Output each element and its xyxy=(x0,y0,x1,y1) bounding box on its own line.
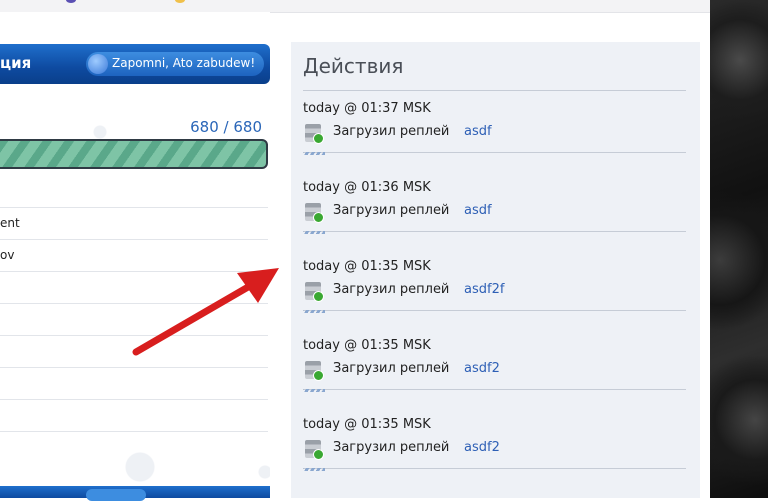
list-item[interactable] xyxy=(0,303,268,335)
footer-pill[interactable] xyxy=(86,489,146,501)
action-label: Загрузил реплей xyxy=(333,124,450,139)
divider xyxy=(303,152,686,155)
replay-link[interactable]: asdf2 xyxy=(464,440,500,455)
list-item[interactable] xyxy=(0,367,268,399)
list-item[interactable] xyxy=(0,399,268,431)
server-add-icon xyxy=(305,124,324,144)
action-time: today @ 01:35 MSK xyxy=(303,338,431,353)
header-pill-text: Zapomni, Ato zabudew! xyxy=(112,56,256,70)
action-entry: today @ 01:37 MSK Загрузил реплей asdf xyxy=(303,101,686,181)
action-entry: today @ 01:35 MSK Загрузил реплей asdf2f xyxy=(303,259,686,339)
replay-link[interactable]: asdf xyxy=(464,203,492,218)
action-label: Загрузил реплей xyxy=(333,282,450,297)
action-label: Загрузил реплей xyxy=(333,361,450,376)
action-label: Загрузил реплей xyxy=(333,203,450,218)
left-panel-footer xyxy=(0,486,270,501)
hp-progress-bar xyxy=(0,139,268,169)
nav-icon[interactable] xyxy=(175,0,185,3)
left-list: ent ov xyxy=(0,207,268,463)
action-entry: today @ 01:35 MSK Загрузил реплей asdf2 xyxy=(303,338,686,418)
list-item[interactable]: ent xyxy=(0,207,268,239)
replay-link[interactable]: asdf2f xyxy=(464,282,504,297)
header-pill[interactable]: Zapomni, Ato zabudew! xyxy=(86,52,264,76)
hp-value: 680 / 680 xyxy=(190,118,262,136)
action-time: today @ 01:35 MSK xyxy=(303,259,431,274)
nav-icon[interactable] xyxy=(66,0,76,3)
action-entry: today @ 01:35 MSK Загрузил реплей asdf2 xyxy=(303,417,686,497)
replay-link[interactable]: asdf xyxy=(464,124,492,139)
actions-heading: Действия xyxy=(303,54,404,78)
action-entry: today @ 01:36 MSK Загрузил реплей asdf xyxy=(303,180,686,260)
replay-link[interactable]: asdf2 xyxy=(464,361,500,376)
divider xyxy=(303,231,686,234)
divider xyxy=(303,310,686,313)
action-time: today @ 01:37 MSK xyxy=(303,101,431,116)
list-item[interactable] xyxy=(0,335,268,367)
left-panel: ция Zapomni, Ato zabudew! 680 / 680 ent … xyxy=(0,12,270,498)
left-panel-title: ция xyxy=(0,54,32,72)
server-add-icon xyxy=(305,361,324,381)
server-add-icon xyxy=(305,282,324,302)
action-time: today @ 01:36 MSK xyxy=(303,180,431,195)
action-time: today @ 01:35 MSK xyxy=(303,417,431,432)
globe-icon xyxy=(88,54,108,74)
list-item[interactable]: ov xyxy=(0,239,268,271)
divider xyxy=(303,90,686,91)
divider xyxy=(303,468,686,471)
server-add-icon xyxy=(305,203,324,223)
list-item[interactable] xyxy=(0,271,268,303)
left-panel-header: ция Zapomni, Ato zabudew! xyxy=(0,44,270,84)
action-label: Загрузил реплей xyxy=(333,440,450,455)
background-photo xyxy=(710,0,768,498)
list-item[interactable] xyxy=(0,431,268,463)
divider xyxy=(303,389,686,392)
actions-panel: Действия today @ 01:37 MSK Загрузил репл… xyxy=(291,42,700,498)
server-add-icon xyxy=(305,440,324,460)
